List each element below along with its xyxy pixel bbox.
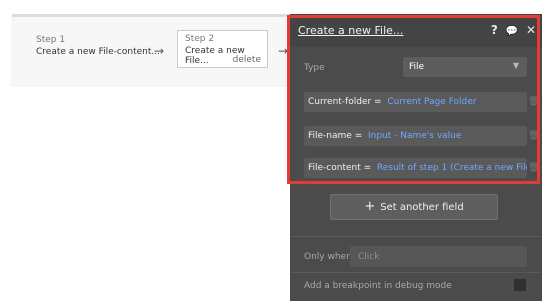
- close-icon[interactable]: ✕: [526, 23, 536, 37]
- field-file-name[interactable]: File-name = Input - Name's value: [304, 126, 527, 146]
- field-value[interactable]: Result of step 1 (Create a new File...): [377, 163, 527, 173]
- field-key: File-content: [308, 163, 361, 173]
- trash-icon[interactable]: 🗑: [528, 131, 539, 141]
- trash-icon[interactable]: 🗑: [528, 97, 539, 107]
- panel-header: Create a new File... ? 💬 ✕: [290, 14, 542, 47]
- type-label: Type: [304, 63, 325, 73]
- comment-icon[interactable]: 💬: [506, 26, 518, 37]
- step-1-title: Create a new File-content...: [36, 47, 160, 57]
- workflow-strip: Step 1 Create a new File-content... → St…: [12, 14, 312, 85]
- field-text: File-content = Result of step 1 (Create …: [308, 163, 527, 173]
- field-current-folder[interactable]: Current-folder = Current Page Folder: [304, 92, 527, 112]
- panel-title[interactable]: Create a new File...: [298, 24, 403, 37]
- breakpoint-checkbox[interactable]: [514, 279, 526, 291]
- only-when-input[interactable]: [350, 246, 527, 267]
- field-key: File-name: [308, 131, 352, 141]
- arrow-right-icon: →: [278, 44, 289, 58]
- help-icon[interactable]: ?: [491, 23, 498, 37]
- field-value[interactable]: Current Page Folder: [387, 97, 476, 107]
- field-eq: =: [360, 163, 375, 173]
- plus-icon: +: [364, 199, 376, 214]
- only-when-label: Only when: [304, 252, 352, 262]
- chevron-down-icon: ▼: [512, 61, 519, 70]
- set-another-field-label: Set another field: [380, 202, 464, 213]
- divider: [290, 236, 542, 237]
- property-editor-panel: Create a new File... ? 💬 ✕ Type File ▼ C…: [290, 14, 542, 301]
- step-1-number: Step 1: [36, 35, 66, 45]
- header-icons: ? 💬 ✕: [487, 23, 536, 37]
- arrow-right-icon: →: [154, 44, 165, 58]
- field-file-content[interactable]: File-content = Result of step 1 (Create …: [304, 158, 527, 178]
- field-key: Current-folder: [308, 97, 372, 107]
- field-text: File-name = Input - Name's value: [308, 131, 461, 141]
- field-eq: =: [351, 131, 366, 141]
- type-dropdown[interactable]: File ▼: [403, 57, 527, 77]
- workflow-step-1[interactable]: Step 1 Create a new File-content...: [36, 35, 160, 57]
- divider: [290, 272, 542, 273]
- field-text: Current-folder = Current Page Folder: [308, 97, 476, 107]
- set-another-field-button[interactable]: + Set another field: [330, 194, 498, 220]
- field-eq: =: [371, 97, 385, 107]
- trash-icon[interactable]: 🗑: [528, 163, 539, 173]
- field-value[interactable]: Input - Name's value: [368, 131, 461, 141]
- step-2-number: Step 2: [185, 34, 215, 44]
- workflow-step-2[interactable]: Step 2 Create a new File... delete: [177, 30, 268, 68]
- delete-step-link[interactable]: delete: [233, 55, 261, 65]
- type-value: File: [409, 62, 425, 72]
- breakpoint-label: Add a breakpoint in debug mode: [304, 281, 452, 291]
